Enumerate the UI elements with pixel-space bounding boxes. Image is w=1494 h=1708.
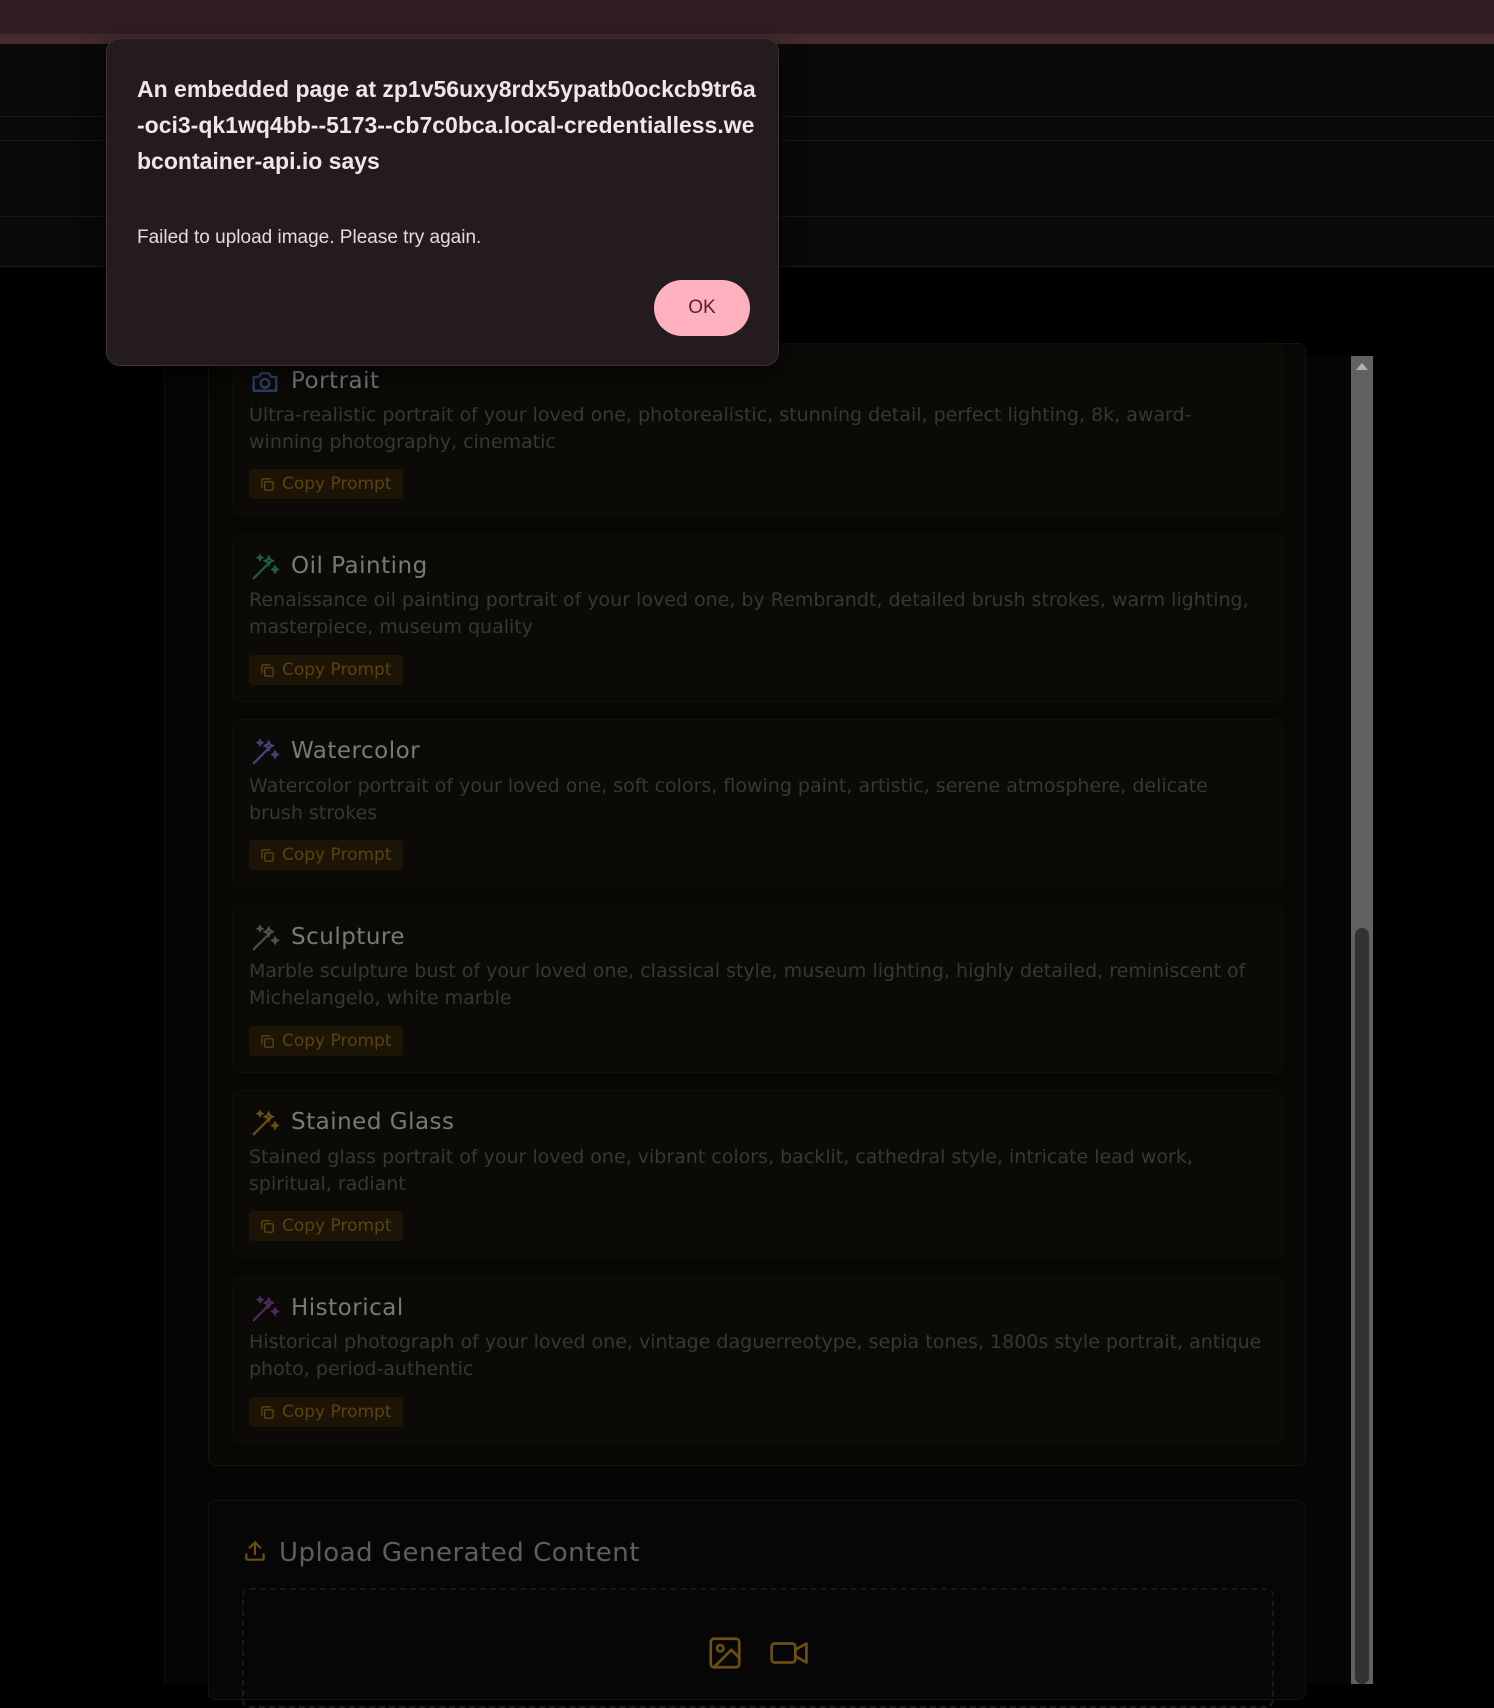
dialog-message: Failed to upload image. Please try again… — [137, 227, 482, 248]
dialog-title: An embedded page at zp1v56uxy8rdx5ypatb0… — [137, 76, 756, 174]
alert-dialog: An embedded page at zp1v56uxy8rdx5ypatb0… — [106, 38, 779, 366]
ok-button[interactable]: OK — [654, 280, 750, 336]
